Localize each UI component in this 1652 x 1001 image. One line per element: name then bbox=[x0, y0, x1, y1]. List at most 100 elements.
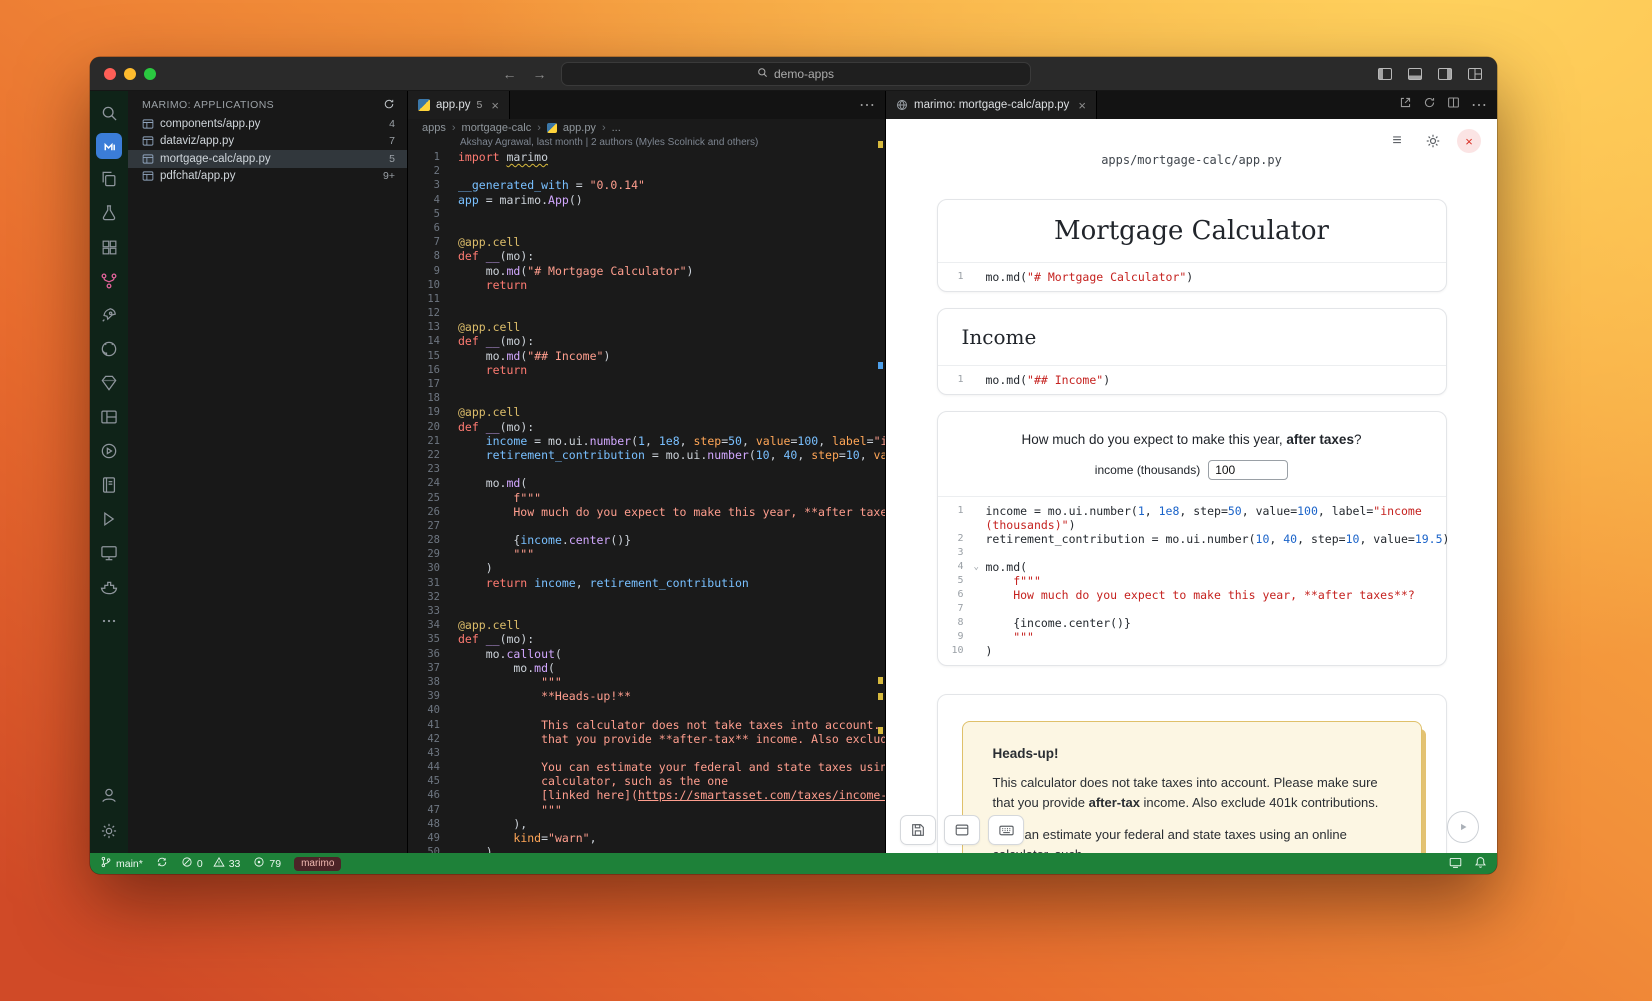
breadcrumb-separator: › bbox=[602, 122, 606, 134]
count-item[interactable]: 79 bbox=[253, 856, 281, 871]
code-editor[interactable]: Akshay Agrawal, last month | 2 authors (… bbox=[408, 137, 885, 853]
git-branch-item[interactable]: main* bbox=[100, 856, 143, 871]
more-views-icon[interactable] bbox=[95, 607, 123, 635]
close-tab-icon[interactable]: × bbox=[1078, 98, 1086, 113]
problems-item[interactable]: 0 33 bbox=[181, 856, 241, 871]
git-graph-icon[interactable] bbox=[95, 267, 123, 295]
app-file-path: apps/mortgage-calc/app.py bbox=[886, 153, 1497, 167]
keyboard-shortcuts-button[interactable] bbox=[988, 815, 1024, 845]
nav-back-icon[interactable]: ← bbox=[503, 66, 517, 82]
gem-icon[interactable] bbox=[95, 369, 123, 397]
tab-marimo-preview[interactable]: marimo: mortgage-calc/app.py × bbox=[886, 91, 1097, 119]
marimo-extension-icon[interactable] bbox=[96, 133, 122, 159]
fold-spacer bbox=[974, 588, 986, 602]
cell-income-heading: Income 1mo.md("## Income") bbox=[937, 308, 1447, 395]
sync-item[interactable] bbox=[156, 856, 168, 871]
screencast-icon[interactable] bbox=[1449, 856, 1462, 872]
codelens-blame[interactable]: Akshay Agrawal, last month | 2 authors (… bbox=[408, 137, 885, 150]
app-settings-gear-icon[interactable] bbox=[1421, 129, 1445, 153]
count-icon bbox=[253, 856, 265, 871]
panel-button[interactable] bbox=[944, 815, 980, 845]
code-line: 47 """ bbox=[408, 803, 885, 817]
breadcrumb-item[interactable]: mortgage-calc bbox=[462, 122, 532, 134]
save-button[interactable] bbox=[900, 815, 936, 845]
cell-code[interactable]: 1mo.md("# Mortgage Calculator") bbox=[938, 262, 1446, 291]
cell-income-question: How much do you expect to make this year… bbox=[937, 411, 1447, 666]
tab-app-py[interactable]: app.py 5 × bbox=[408, 91, 510, 119]
more-actions-icon[interactable]: ⋯ bbox=[1471, 95, 1487, 115]
close-tab-icon[interactable]: × bbox=[491, 98, 499, 113]
branch-icon bbox=[100, 856, 112, 871]
run-app-button[interactable] bbox=[1447, 811, 1479, 843]
code-line: 23 bbox=[408, 462, 885, 476]
fold-chevron-icon[interactable]: ⌄ bbox=[974, 560, 986, 574]
cell-code[interactable]: 1income = mo.ui.number(1, 1e8, step=50, … bbox=[938, 496, 1446, 665]
app-file-icon bbox=[142, 170, 154, 182]
test-flask-icon[interactable] bbox=[95, 199, 123, 227]
code-line: 4app = marimo.App() bbox=[408, 193, 885, 207]
rocket-icon[interactable] bbox=[95, 301, 123, 329]
sidebar-item-list: components/app.py4dataviz/app.py7mortgag… bbox=[128, 115, 407, 185]
breadcrumb: apps›mortgage-calc›app.py›... bbox=[408, 119, 885, 137]
github-icon[interactable] bbox=[95, 335, 123, 363]
editor-layout-icon[interactable] bbox=[1467, 66, 1483, 82]
toggle-secondary-sidebar-icon[interactable] bbox=[1437, 66, 1453, 82]
zoom-window-button[interactable] bbox=[144, 68, 156, 80]
sidebar-item-badge: 9+ bbox=[383, 170, 395, 182]
sidebar-item-badge: 5 bbox=[389, 153, 395, 165]
breadcrumb-item[interactable]: apps bbox=[422, 122, 446, 134]
docker-icon[interactable] bbox=[95, 573, 123, 601]
extensions-icon[interactable] bbox=[95, 233, 123, 261]
code-line: 1mo.md("## Income") bbox=[948, 373, 1436, 387]
code-line: 18 bbox=[408, 391, 885, 405]
sync-icon bbox=[156, 856, 168, 871]
code-line: 31 return income, retirement_contributio… bbox=[408, 576, 885, 590]
code-line: 14def __(mo): bbox=[408, 334, 885, 348]
code-line: 32 bbox=[408, 590, 885, 604]
sidebar-item-dataviz-app-py[interactable]: dataviz/app.py7 bbox=[128, 133, 407, 151]
activity-bar bbox=[90, 91, 128, 853]
layout-view-icon[interactable] bbox=[95, 403, 123, 431]
notifications-bell-icon[interactable] bbox=[1474, 856, 1487, 872]
code-line: 3__generated_with = "0.0.14" bbox=[408, 178, 885, 192]
code-line: 29 """ bbox=[408, 547, 885, 561]
marimo-status-badge[interactable]: marimo bbox=[294, 857, 341, 871]
income-input[interactable] bbox=[1208, 460, 1288, 480]
notebook-icon[interactable] bbox=[95, 471, 123, 499]
breadcrumb-item[interactable]: ... bbox=[612, 122, 621, 134]
code-line: 24 mo.md( bbox=[408, 476, 885, 490]
sidebar-item-components-app-py[interactable]: components/app.py4 bbox=[128, 115, 407, 133]
menu-icon[interactable]: ≡ bbox=[1385, 129, 1409, 153]
reload-icon[interactable] bbox=[1423, 96, 1436, 114]
refresh-icon[interactable] bbox=[383, 98, 395, 113]
sidebar-item-mortgage-calc-app-py[interactable]: mortgage-calc/app.py5 bbox=[128, 150, 407, 168]
explorer-copy-icon[interactable] bbox=[95, 165, 123, 193]
split-editor-icon[interactable] bbox=[1447, 96, 1460, 114]
run-circle-icon[interactable] bbox=[95, 437, 123, 465]
cell-code[interactable]: 1mo.md("## Income") bbox=[938, 365, 1446, 394]
open-external-icon[interactable] bbox=[1399, 96, 1412, 114]
run-debug-icon[interactable] bbox=[95, 505, 123, 533]
sidebar-item-pdfchat-app-py[interactable]: pdfchat/app.py9+ bbox=[128, 168, 407, 186]
code-line: 35def __(mo): bbox=[408, 632, 885, 646]
minimize-window-button[interactable] bbox=[124, 68, 136, 80]
toggle-sidebar-icon[interactable] bbox=[1377, 66, 1393, 82]
app-file-icon bbox=[142, 118, 154, 130]
nav-forward-icon[interactable]: → bbox=[533, 66, 547, 82]
command-center-search[interactable]: demo-apps bbox=[561, 62, 1031, 86]
settings-gear-icon[interactable] bbox=[95, 817, 123, 845]
breadcrumb-item[interactable]: app.py bbox=[563, 122, 596, 134]
code-line: 28 {income.center()} bbox=[408, 533, 885, 547]
shutdown-close-icon[interactable]: × bbox=[1457, 129, 1481, 153]
fold-spacer bbox=[974, 602, 986, 616]
code-line: 1import marimo bbox=[408, 150, 885, 164]
account-icon[interactable] bbox=[95, 781, 123, 809]
code-line: 39 **Heads-up!** bbox=[408, 689, 885, 703]
more-actions-icon[interactable]: ⋯ bbox=[859, 95, 875, 115]
search-view-icon[interactable] bbox=[95, 99, 123, 127]
close-window-button[interactable] bbox=[104, 68, 116, 80]
toggle-panel-icon[interactable] bbox=[1407, 66, 1423, 82]
python-icon bbox=[547, 123, 557, 133]
callout-title: Heads-up! bbox=[993, 746, 1391, 761]
remote-screen-icon[interactable] bbox=[95, 539, 123, 567]
